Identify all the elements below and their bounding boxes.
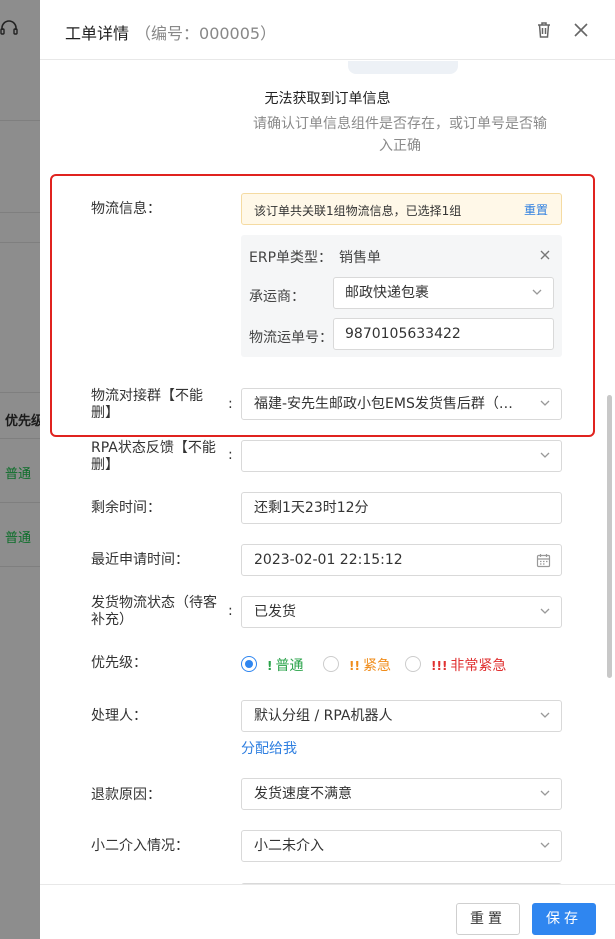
alert-reset-link[interactable]: 重置 — [524, 201, 548, 218]
tracking-label: 物流运单号： — [249, 330, 333, 346]
radio-button[interactable] — [323, 656, 339, 672]
erp-type-value: 销售单 — [339, 250, 381, 266]
logistics-card: ERP单类型： 销售单 承运商： 邮政快递包裹 物流运单号： 987010563… — [241, 235, 562, 357]
save-button[interactable]: 保存 — [532, 903, 596, 935]
bg-column-header: 优先级 — [5, 414, 40, 429]
carrier-label: 承运商： — [249, 289, 305, 305]
tracking-input[interactable]: 9870105633422 — [333, 318, 554, 350]
handler-label: 处理人： — [91, 708, 147, 724]
empty-title: 无法获取到订单信息 — [264, 91, 391, 107]
erp-type-label: ERP单类型： — [249, 250, 333, 266]
apply-time-label: 最近申请时间： — [91, 552, 189, 568]
carrier-value: 邮政快递包裹 — [345, 285, 429, 301]
chevron-down-icon — [540, 400, 550, 406]
tracking-value: 9870105633422 — [345, 326, 461, 342]
ship-status-value: 已发货 — [254, 604, 296, 620]
chevron-down-icon — [540, 608, 550, 614]
intervene-label: 小二介入情况： — [91, 838, 189, 854]
bg-row-priority: 普通 — [5, 531, 32, 546]
title-text: 工单详情 — [65, 24, 130, 43]
scrollbar[interactable] — [607, 395, 612, 678]
drawer-footer: 重置 保存 — [40, 884, 615, 939]
empty-illustration — [348, 61, 458, 74]
apply-time-picker[interactable]: 2023-02-01 22:15:12 — [241, 544, 562, 576]
remaining-input[interactable]: 还剩1天23时12分 — [241, 492, 562, 524]
refund-label: 退款原因： — [91, 787, 161, 803]
empty-description: 请确认订单信息组件是否存在，或订单号是否输入正确 — [253, 116, 547, 154]
logistics-label: 物流信息： — [91, 201, 161, 217]
priority-option-very-urgent: !!! 非常紧急 — [431, 658, 507, 674]
handler-select[interactable]: 默认分组 / RPA机器人 — [241, 700, 562, 732]
reset-button[interactable]: 重置 — [456, 903, 520, 935]
priority-option-urgent: !! 紧急 — [349, 658, 391, 674]
ticket-code: （编号：000005） — [135, 24, 277, 43]
assign-to-me-link[interactable]: 分配给我 — [241, 738, 297, 758]
apply-time-value: 2023-02-01 22:15:12 — [254, 552, 403, 568]
radio-button[interactable] — [405, 656, 421, 672]
carrier-select[interactable]: 邮政快递包裹 — [333, 277, 554, 309]
drawer-body[interactable]: 无法获取到订单信息 请确认订单信息组件是否存在，或订单号是否输入正确 物流信息：… — [40, 61, 615, 884]
priority-label: 优先级： — [91, 655, 147, 671]
chevron-down-icon — [540, 842, 550, 848]
intervene-select[interactable]: 小二未介入 — [241, 830, 562, 862]
logistics-alert: 该订单共关联1组物流信息，已选择1组 重置 — [241, 193, 562, 225]
handler-value: 默认分组 / RPA机器人 — [254, 708, 393, 724]
calendar-icon — [536, 554, 551, 568]
priority-option-normal: ! 普通 — [267, 658, 304, 674]
remaining-label: 剩余时间： — [91, 500, 161, 516]
ship-status-label: 发货物流状态（待客补充） — [91, 595, 217, 628]
group-select[interactable]: 福建-安先生邮政小包EMS发货售后群（福... — [241, 388, 562, 420]
refund-select[interactable]: 发货速度不满意 — [241, 778, 562, 810]
radio-button[interactable] — [241, 656, 257, 672]
chevron-down-icon — [540, 452, 550, 458]
intervene-value: 小二未介入 — [254, 838, 324, 854]
close-icon[interactable] — [539, 249, 551, 261]
colon: : — [228, 447, 233, 463]
group-value: 福建-安先生邮政小包EMS发货售后群（福... — [254, 396, 527, 412]
colon: : — [228, 396, 233, 412]
chevron-down-icon — [540, 712, 550, 718]
background-app: 优先级 普通 普通 — [0, 0, 40, 939]
drawer-title: 工单详情 （编号：000005） — [65, 20, 276, 44]
trash-icon[interactable] — [534, 19, 554, 41]
rpa-select[interactable] — [241, 440, 562, 472]
ticket-detail-drawer: 工单详情 （编号：000005） 无法获取到订单信息 请确认订单信息组件是否存在，… — [40, 0, 615, 939]
close-icon[interactable] — [571, 19, 591, 41]
remaining-value: 还剩1天23时12分 — [254, 500, 369, 516]
ship-status-select[interactable]: 已发货 — [241, 596, 562, 628]
group-label: 物流对接群【不能删】 — [91, 388, 203, 421]
alert-text: 该订单共关联1组物流信息，已选择1组 — [254, 204, 462, 218]
rpa-label: RPA状态反馈【不能删】 — [91, 440, 216, 473]
refund-value: 发货速度不满意 — [254, 786, 352, 802]
bg-row-priority: 普通 — [5, 467, 32, 482]
drawer-header: 工单详情 （编号：000005） — [40, 0, 615, 60]
headset-icon — [0, 20, 18, 35]
colon: : — [228, 603, 233, 619]
chevron-down-icon — [540, 790, 550, 796]
chevron-down-icon — [532, 289, 542, 295]
